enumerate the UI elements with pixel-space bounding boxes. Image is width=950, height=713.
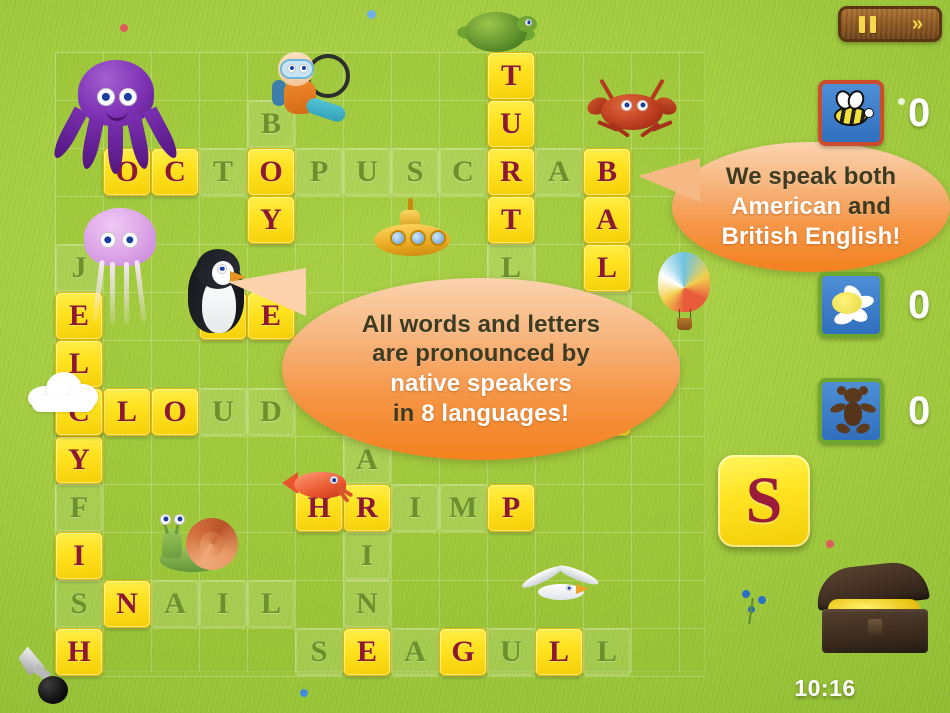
pause-fast-forward-button[interactable]: » <box>838 6 942 42</box>
current-letter-tile[interactable]: S <box>718 455 810 547</box>
letter-tile-ghost[interactable]: L <box>583 628 631 676</box>
letter-tile-ghost[interactable]: S <box>391 148 439 196</box>
player-score: 0 <box>908 90 931 135</box>
letter-tile-ghost[interactable]: A <box>151 580 199 628</box>
letter-tile-ghost[interactable]: I <box>199 580 247 628</box>
language-bubble-tail <box>638 158 700 202</box>
letter-tile-filled[interactable]: C <box>151 148 199 196</box>
letter-tile-ghost[interactable]: B <box>247 100 295 148</box>
letter-tile-filled[interactable]: C <box>55 388 103 436</box>
pron-line-2: are pronounced by <box>372 340 590 368</box>
bubble-line-3: British English! <box>721 222 901 250</box>
letter-tile-filled[interactable]: L <box>535 628 583 676</box>
letter-tile-filled[interactable]: G <box>439 628 487 676</box>
gridline <box>151 52 152 672</box>
letter-tile-filled[interactable]: P <box>487 484 535 532</box>
letter-tile-filled[interactable]: H <box>55 628 103 676</box>
player-score: 0 <box>908 282 931 327</box>
gridline <box>55 52 705 53</box>
clock-display: 10:16 <box>794 675 856 701</box>
letter-tile-filled[interactable]: N <box>103 580 151 628</box>
letter-tile-filled[interactable]: B <box>583 148 631 196</box>
letter-tile-filled[interactable]: R <box>487 148 535 196</box>
letter-tile-ghost[interactable]: U <box>487 628 535 676</box>
player-row-oliver[interactable]: Oliver 0 <box>818 80 930 146</box>
avatar[interactable]: Oliver <box>818 80 884 146</box>
bubble-word-and: and <box>848 193 891 221</box>
letter-tile-ghost[interactable]: M <box>439 484 487 532</box>
letter-tile-ghost[interactable]: S <box>295 628 343 676</box>
pron-word-count: 8 <box>421 399 435 427</box>
player-row-josephine[interactable]: Josephine 0 <box>818 272 930 338</box>
letter-tile-ghost[interactable]: C <box>439 148 487 196</box>
daisy-avatar-icon <box>822 276 880 334</box>
letter-tile-ghost[interactable]: S <box>55 580 103 628</box>
sparkle-decoration <box>367 10 376 19</box>
letter-tile-filled[interactable]: O <box>247 148 295 196</box>
sparkle-decoration <box>898 98 905 105</box>
bubble-word-american: American <box>731 193 842 221</box>
letter-tile-filled[interactable]: O <box>151 388 199 436</box>
letter-tile-filled[interactable]: L <box>583 244 631 292</box>
letter-tile-ghost[interactable]: I <box>391 484 439 532</box>
letter-tile-filled[interactable]: U <box>487 100 535 148</box>
pron-word-languages: languages! <box>441 399 570 427</box>
letter-tile-ghost[interactable]: P <box>295 148 343 196</box>
letter-tile-ghost[interactable]: J <box>55 244 103 292</box>
pronunciation-bubble[interactable]: All words and letters are pronounced by … <box>282 278 680 460</box>
gridline <box>103 52 104 672</box>
sparkle-decoration <box>120 24 128 32</box>
letter-tile-filled[interactable]: H <box>295 484 343 532</box>
pause-icon <box>858 15 876 33</box>
bubble-line-1: We speak both <box>725 163 897 191</box>
letter-tile-filled[interactable]: R <box>343 484 391 532</box>
sparkle-decoration <box>300 689 308 697</box>
letter-tile-ghost[interactable]: A <box>535 148 583 196</box>
treasure-chest-icon[interactable] <box>810 559 938 657</box>
pron-line-4: in 8 languages! <box>393 399 569 429</box>
letter-tile-ghost[interactable]: T <box>199 148 247 196</box>
flower-decoration <box>736 588 780 628</box>
letter-tile-filled[interactable]: L <box>55 340 103 388</box>
letter-tile-ghost[interactable]: F <box>55 484 103 532</box>
letter-tile-filled[interactable]: Y <box>55 436 103 484</box>
letter-tile-ghost[interactable]: A <box>391 628 439 676</box>
letter-tile-filled[interactable]: E <box>343 628 391 676</box>
letter-tile-filled[interactable]: E <box>55 292 103 340</box>
letter-tile-filled[interactable]: Y <box>247 196 295 244</box>
gridline <box>199 52 200 672</box>
avatar[interactable]: Šárka <box>818 378 884 444</box>
pronunciation-bubble-tail <box>228 268 306 316</box>
fast-forward-icon: » <box>911 13 923 35</box>
letter-tile-filled[interactable]: L <box>103 388 151 436</box>
letter-tile-filled[interactable]: I <box>55 532 103 580</box>
letter-tile-ghost[interactable]: I <box>343 532 391 580</box>
bubble-line-2: American and <box>731 192 891 222</box>
letter-tile-filled[interactable]: A <box>583 196 631 244</box>
gridline <box>55 676 705 677</box>
avatar[interactable]: Josephine <box>818 272 884 338</box>
letter-tile-filled[interactable]: T <box>487 52 535 100</box>
letter-tile-ghost[interactable]: D <box>247 388 295 436</box>
player-row-sarka[interactable]: Šárka 0 <box>818 378 930 444</box>
turtle-icon <box>455 8 539 58</box>
letter-tile-ghost[interactable]: N <box>343 580 391 628</box>
language-bubble[interactable]: We speak both American and British Engli… <box>672 142 950 272</box>
sparkle-decoration <box>826 540 834 548</box>
game-screen: OCTOPUSBYTURTLCABALLJELLYFISHPENLOUDCARI… <box>0 0 950 713</box>
bee-avatar-icon <box>822 84 880 142</box>
letter-tile-filled[interactable]: O <box>103 148 151 196</box>
letter-tile-ghost[interactable]: U <box>343 148 391 196</box>
letter-tile-filled[interactable]: T <box>487 196 535 244</box>
pron-word-in: in <box>392 399 415 427</box>
teddy-avatar-icon <box>822 382 880 440</box>
letter-tile-ghost[interactable]: U <box>199 388 247 436</box>
pron-line-3: native speakers <box>390 370 572 397</box>
letter-tile-ghost[interactable]: L <box>247 580 295 628</box>
pron-line-1: All words and letters <box>361 310 601 338</box>
gridline <box>55 100 705 101</box>
player-score: 0 <box>908 388 931 433</box>
